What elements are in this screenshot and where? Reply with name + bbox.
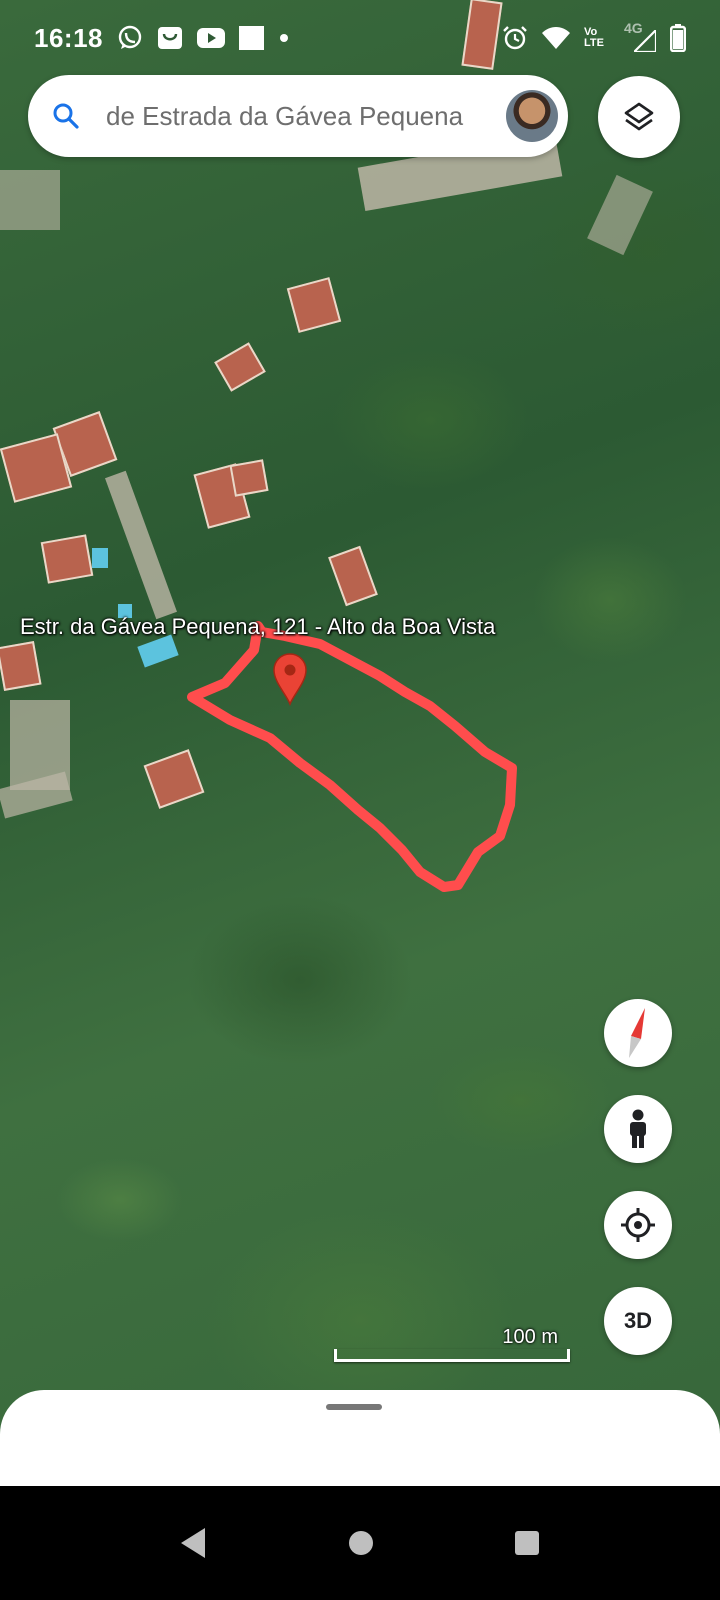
my-location-button[interactable]: [604, 1191, 672, 1259]
youtube-icon: [197, 27, 225, 49]
map-scale: 100 m: [334, 1322, 570, 1362]
3d-label: 3D: [623, 1308, 653, 1333]
home-icon[interactable]: [347, 1529, 375, 1557]
search-input[interactable]: de Estrada da Gávea Pequena: [106, 101, 506, 132]
my-location-icon: [619, 1206, 657, 1244]
property-outline: [187, 621, 517, 892]
pegman-icon: [626, 1109, 650, 1149]
system-nav-bar: [0, 1486, 720, 1600]
scale-label: 100 m: [502, 1326, 558, 1348]
back-icon[interactable]: [179, 1526, 209, 1560]
square-app-icon: [239, 25, 265, 51]
status-bar: 16:18 Vo LTE 4G: [0, 0, 720, 76]
status-right: Vo LTE 4G: [502, 20, 686, 52]
status-time: 16:18: [34, 22, 103, 53]
shopping-bag-icon: [157, 25, 183, 51]
search-bar[interactable]: de Estrada da Gávea Pequena: [28, 75, 568, 157]
location-pin[interactable]: [273, 653, 307, 707]
volte-icon: Vo LTE: [584, 26, 604, 49]
layers-icon: [622, 100, 656, 134]
battery-icon: [670, 24, 686, 52]
whatsapp-icon: [117, 25, 143, 51]
place-label[interactable]: Estr. da Gávea Pequena, 121 - Alto da Bo…: [20, 614, 495, 640]
scale-bar: [334, 1349, 570, 1362]
layers-button[interactable]: [598, 76, 680, 158]
3d-button[interactable]: 3D: [604, 1287, 672, 1355]
4g-signal-icon: 4G: [624, 20, 656, 52]
sheet-handle[interactable]: [326, 1404, 382, 1410]
status-left: 16:18: [34, 23, 289, 54]
avatar[interactable]: [506, 90, 558, 142]
search-icon[interactable]: [52, 102, 80, 130]
recents-icon[interactable]: [513, 1529, 541, 1557]
bottom-sheet[interactable]: [0, 1390, 720, 1486]
compass-button[interactable]: [604, 999, 672, 1067]
compass-icon: [623, 1006, 653, 1060]
street-view-button[interactable]: [604, 1095, 672, 1163]
dot-icon: [279, 33, 289, 43]
wifi-icon: [542, 26, 570, 50]
alarm-icon: [502, 25, 528, 51]
